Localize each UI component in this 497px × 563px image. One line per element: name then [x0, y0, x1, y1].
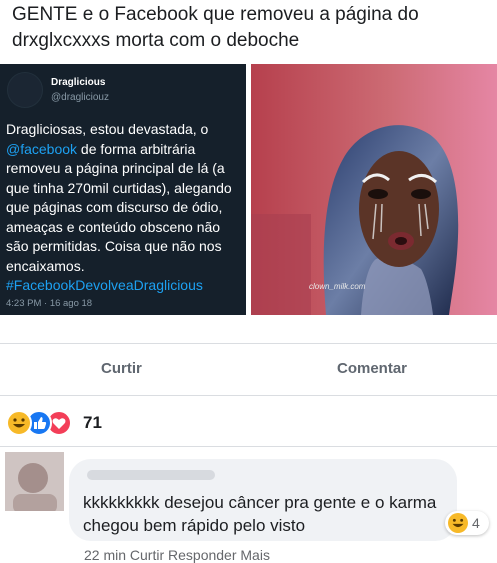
tweet-screenshot: Draglicious @dragliciouz Dragliciosas, e… [0, 64, 246, 315]
comment-reaction-count: 4 [472, 515, 480, 531]
tweet-mention-link: @facebook [6, 140, 78, 157]
tweet-timestamp: 4:23 PM · 16 ago 18 [6, 298, 93, 309]
action-bar-bottom-divider [0, 395, 497, 396]
post-photo[interactable]: clown_milk.com [251, 64, 497, 315]
tweet-text-part-1: Dragliciosas, estou devastada, o [6, 121, 209, 137]
tweet-author-name: Draglicious [51, 77, 106, 88]
commenter-avatar[interactable] [5, 452, 64, 511]
like-button[interactable]: Curtir [101, 360, 142, 377]
tweet-text-part-2: de forma arbitrária removeu a página pri… [6, 140, 232, 274]
tweet-hashtag-link: #FacebookDevolveaDraglicious [6, 277, 203, 293]
haha-reaction-icon [6, 410, 32, 436]
reaction-count[interactable]: 71 [83, 413, 102, 433]
tweet-avatar [7, 72, 43, 108]
tweet-body: Dragliciosas, estou devastada, o @facebo… [6, 120, 242, 296]
comment-bubble: kkkkkkkkk desejou câncer pra gente e o k… [69, 459, 457, 541]
comments-divider [0, 446, 497, 447]
post-caption: GENTE e o Facebook que removeu a página … [12, 4, 419, 51]
tweet-author-handle: @dragliciouz [51, 92, 109, 103]
comment-meta-actions[interactable]: 22 min Curtir Responder Mais [84, 547, 270, 563]
post-action-bar: Curtir Comentar [0, 343, 497, 395]
commenter-name-blurred[interactable] [87, 470, 215, 480]
drag-queen-photo-illustration [251, 64, 497, 315]
comment-text: kkkkkkkkk desejou câncer pra gente e o k… [83, 493, 437, 535]
comment-haha-icon [448, 513, 468, 533]
photo-watermark: clown_milk.com [309, 282, 366, 291]
comment-button[interactable]: Comentar [337, 360, 407, 377]
comment-reaction-badge[interactable]: 4 [445, 511, 489, 535]
